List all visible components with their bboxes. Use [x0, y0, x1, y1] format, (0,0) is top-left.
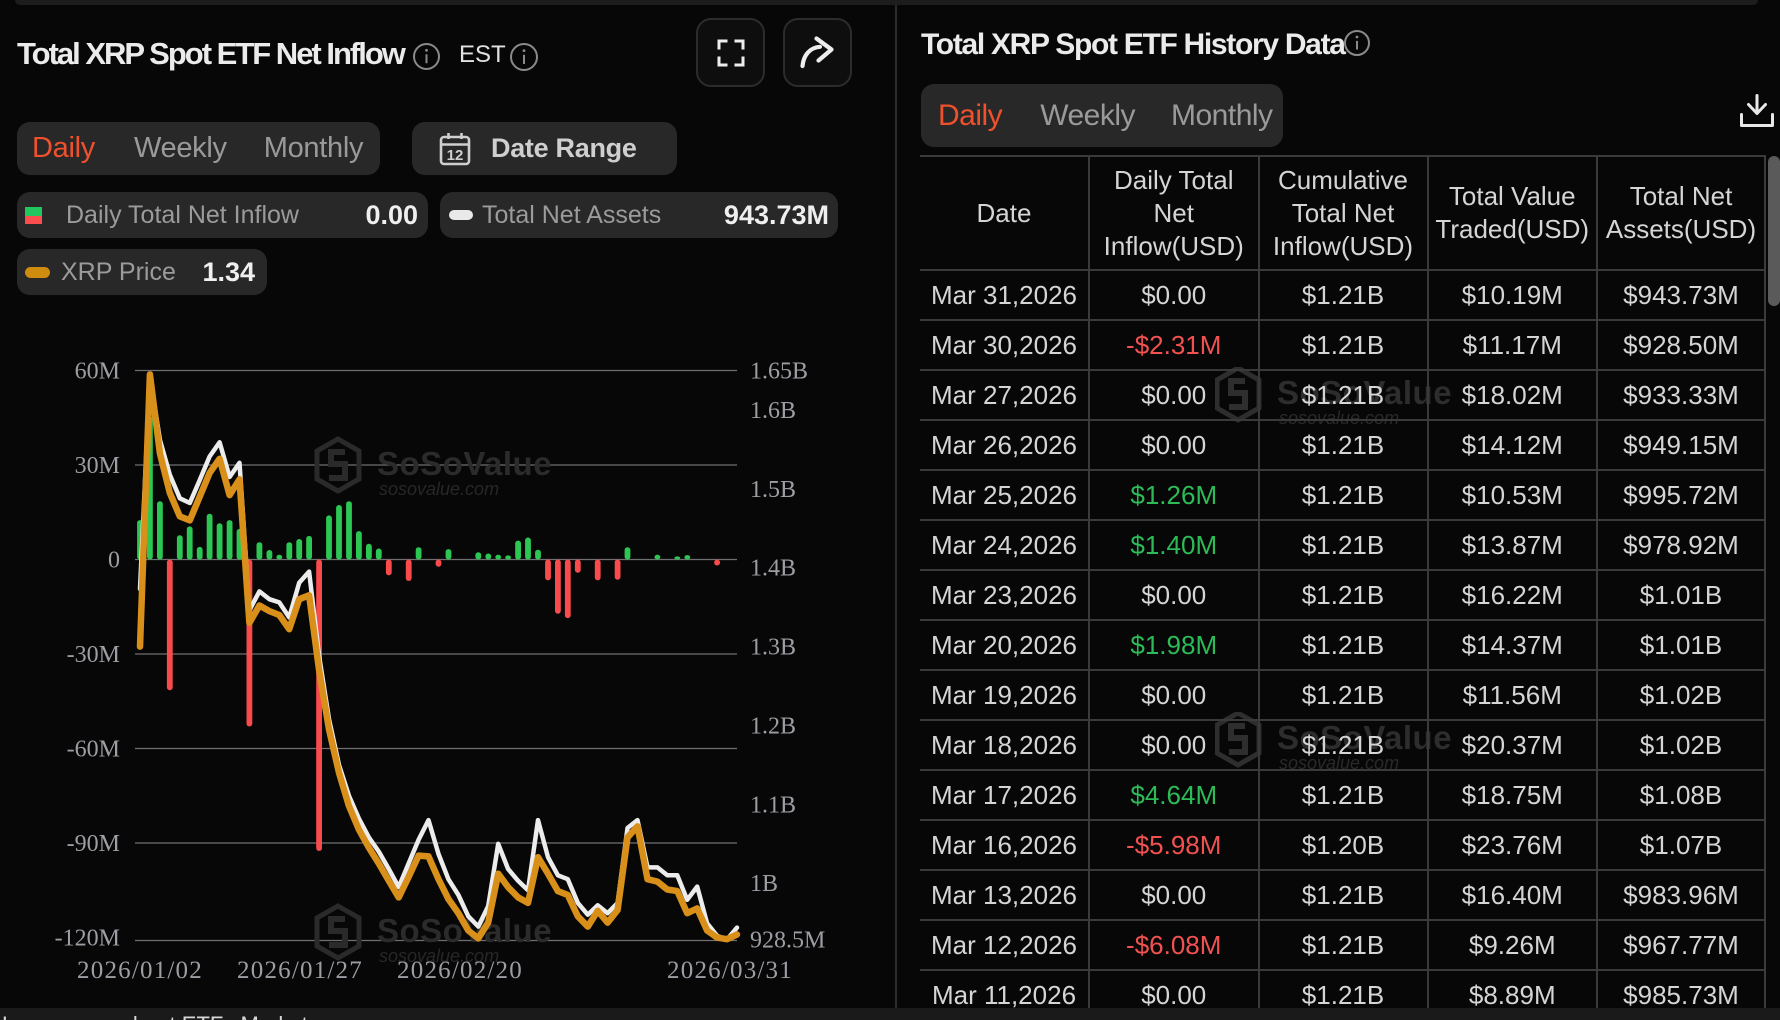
- svg-text:1.4B: 1.4B: [750, 556, 796, 582]
- svg-text:928.5M: 928.5M: [750, 928, 825, 954]
- svg-text:-60M: -60M: [67, 737, 120, 763]
- svg-text:1.6B: 1.6B: [750, 398, 796, 424]
- svg-text:1.5B: 1.5B: [750, 477, 796, 503]
- svg-text:-120M: -120M: [55, 926, 120, 952]
- svg-text:1B: 1B: [750, 871, 778, 897]
- svg-text:2026/03/31: 2026/03/31: [667, 957, 793, 984]
- svg-text:2026/01/02: 2026/01/02: [77, 957, 203, 984]
- svg-text:-30M: -30M: [67, 642, 120, 668]
- svg-text:-90M: -90M: [67, 831, 120, 857]
- svg-text:1.2B: 1.2B: [750, 713, 796, 739]
- svg-text:30M: 30M: [75, 453, 120, 479]
- svg-text:sosovalue.com: sosovalue.com: [379, 479, 499, 499]
- svg-text:2026/02/20: 2026/02/20: [397, 957, 523, 984]
- svg-text:1.3B: 1.3B: [750, 635, 796, 661]
- svg-text:60M: 60M: [75, 359, 120, 385]
- svg-text:0: 0: [108, 548, 120, 574]
- svg-text:1.1B: 1.1B: [750, 792, 796, 818]
- svg-text:SoSoValue: SoSoValue: [377, 445, 552, 482]
- svg-text:1.65B: 1.65B: [750, 359, 808, 385]
- svg-text:2026/01/27: 2026/01/27: [237, 957, 363, 984]
